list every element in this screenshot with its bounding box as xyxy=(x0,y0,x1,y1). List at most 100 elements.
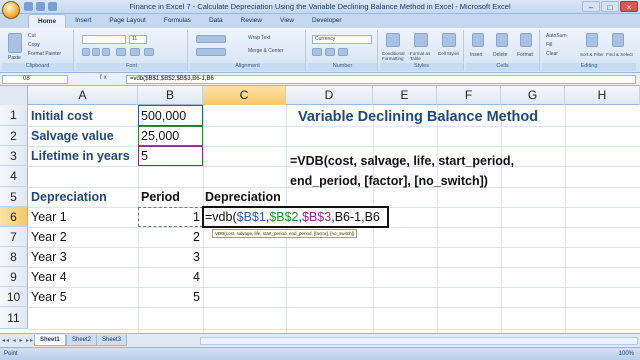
office-button[interactable] xyxy=(2,1,20,19)
find-select-button[interactable]: Find & Select xyxy=(606,52,634,57)
cell-b1[interactable]: 500,000 xyxy=(141,106,186,126)
column-header-f[interactable]: F xyxy=(437,86,501,105)
tab-developer[interactable]: Developer xyxy=(303,14,351,28)
maximize-button[interactable]: □ xyxy=(601,1,619,12)
fill-color-icon[interactable] xyxy=(130,48,140,56)
cell-a9[interactable]: Year 4 xyxy=(31,267,67,287)
sheet-tab-2[interactable]: Sheet2 xyxy=(66,335,98,346)
number-format-field[interactable]: Currency xyxy=(312,35,372,44)
cell-a5[interactable]: Depreciation xyxy=(31,187,107,207)
wrap-text-button[interactable]: Wrap Text xyxy=(248,35,270,41)
row-header-6[interactable]: 6 xyxy=(0,207,28,227)
font-size-field[interactable]: 11 xyxy=(129,35,147,44)
tab-view[interactable]: View xyxy=(271,14,303,28)
format-table-button[interactable]: Format as Table xyxy=(410,51,436,61)
percent-icon[interactable] xyxy=(325,48,335,56)
format-painter-button[interactable]: Format Painter xyxy=(28,51,61,57)
cell-a6[interactable]: Year 1 xyxy=(31,207,67,227)
tab-insert[interactable]: Insert xyxy=(66,14,100,28)
format-button[interactable]: Format xyxy=(517,52,533,58)
clear-button[interactable]: Clear xyxy=(546,51,558,57)
vertical-align-icon[interactable] xyxy=(196,35,226,43)
cell-d2-heading[interactable]: Variable Declining Balance Method xyxy=(298,107,538,127)
horizontal-scrollbar[interactable] xyxy=(200,337,638,345)
conditional-formatting-icon[interactable] xyxy=(386,33,400,47)
cell-b10[interactable]: 5 xyxy=(138,287,200,307)
underline-icon[interactable] xyxy=(102,48,110,56)
row-header-8[interactable]: 8 xyxy=(0,247,28,267)
row-header-1[interactable]: 1 xyxy=(0,105,28,126)
cell-a8[interactable]: Year 3 xyxy=(31,247,67,267)
insert-cells-icon[interactable] xyxy=(472,33,484,47)
sheet-tab-1[interactable]: Sheet1 xyxy=(34,335,66,346)
cut-button[interactable]: Cut xyxy=(28,33,36,39)
cell-styles-icon[interactable] xyxy=(442,33,456,47)
zoom-level[interactable]: 100% xyxy=(619,351,634,357)
cell-c5[interactable]: Depreciation xyxy=(205,187,281,207)
cell-b9[interactable]: 4 xyxy=(138,267,200,287)
row-header-5[interactable]: 5 xyxy=(0,187,28,207)
cell-b7[interactable]: 2 xyxy=(138,227,200,247)
column-header-e[interactable]: E xyxy=(373,86,437,105)
font-color-icon[interactable] xyxy=(144,48,154,56)
row-header-2[interactable]: 2 xyxy=(0,126,28,146)
sheet-nav-arrows-icon[interactable]: ◂◂ ◂ ▸ ▸▸ xyxy=(2,337,34,344)
tab-home[interactable]: Home xyxy=(28,14,67,28)
function-tooltip[interactable]: VDB(cost, salvage, life, start_period, e… xyxy=(212,229,358,238)
cell-b2[interactable]: 25,000 xyxy=(141,126,179,146)
minimize-button[interactable]: – xyxy=(582,1,600,12)
format-table-icon[interactable] xyxy=(414,33,428,47)
row-header-3[interactable]: 3 xyxy=(0,146,28,166)
row-header-4[interactable]: 4 xyxy=(0,166,28,187)
format-cells-icon[interactable] xyxy=(520,33,532,47)
delete-button[interactable]: Delete xyxy=(493,52,507,58)
delete-cells-icon[interactable] xyxy=(496,33,508,47)
find-select-icon[interactable] xyxy=(612,33,624,47)
insert-button[interactable]: Insert xyxy=(470,52,483,58)
cell-b5[interactable]: Period xyxy=(141,187,180,207)
row-header-7[interactable]: 7 xyxy=(0,227,28,247)
tab-review[interactable]: Review xyxy=(232,14,271,28)
name-box[interactable]: 08 xyxy=(2,75,68,84)
borders-icon[interactable] xyxy=(116,48,126,56)
conditional-formatting-button[interactable]: Conditional Formatting xyxy=(382,51,408,61)
tab-data[interactable]: Data xyxy=(200,14,232,28)
cell-d4-syntax[interactable]: =VDB(cost, salvage, life, start_period, xyxy=(290,151,514,171)
row-header-9[interactable]: 9 xyxy=(0,267,28,287)
cell-a7[interactable]: Year 2 xyxy=(31,227,67,247)
sort-filter-button[interactable]: Sort & Filter xyxy=(580,52,604,57)
paste-button[interactable]: Paste xyxy=(8,55,21,61)
worksheet-grid[interactable]: A B C D E F G H 1 2 3 4 5 6 7 8 9 10 11 xyxy=(0,86,640,333)
cell-a2[interactable]: Salvage value xyxy=(31,126,114,146)
italic-icon[interactable] xyxy=(92,48,100,56)
formula-input[interactable]: =vdb($B$1,$B$2,$B$3,B6-1,B6 xyxy=(126,75,636,84)
select-all-corner[interactable] xyxy=(0,86,28,105)
cell-c6-editor[interactable]: =vdb($B$1,$B$2,$B$3,B6-1,B6 xyxy=(205,207,380,227)
cell-a10[interactable]: Year 5 xyxy=(31,287,67,307)
paste-icon[interactable] xyxy=(8,33,22,53)
cell-d5-syntax[interactable]: end_period, [factor], [no_switch]) xyxy=(290,171,488,191)
tab-formulas[interactable]: Formulas xyxy=(155,14,200,28)
sheet-tab-3[interactable]: Sheet3 xyxy=(96,335,128,346)
cell-styles-button[interactable]: Cell Styles xyxy=(438,51,462,56)
sort-filter-icon[interactable] xyxy=(586,33,598,47)
bold-icon[interactable] xyxy=(82,48,90,56)
font-name-field[interactable] xyxy=(82,35,126,44)
autosum-button[interactable]: AutoSum xyxy=(546,33,567,39)
column-header-a[interactable]: A xyxy=(28,86,138,105)
column-header-g[interactable]: G xyxy=(501,86,565,105)
column-header-d[interactable]: D xyxy=(286,86,373,105)
horizontal-align-icon[interactable] xyxy=(196,48,226,56)
cell-b6[interactable]: 1 xyxy=(138,207,200,227)
row-header-11[interactable]: 11 xyxy=(0,307,28,329)
column-header-c[interactable]: C xyxy=(203,86,286,105)
row-header-10[interactable]: 10 xyxy=(0,287,28,307)
merge-center-button[interactable]: Merge & Center xyxy=(248,48,283,54)
fill-button[interactable]: Fill xyxy=(546,42,552,48)
column-header-b[interactable]: B xyxy=(138,86,203,105)
cell-b3[interactable]: 5 xyxy=(141,146,148,166)
comma-icon[interactable] xyxy=(338,48,348,56)
fx-icon[interactable]: fx xyxy=(100,75,126,81)
close-button[interactable]: × xyxy=(620,1,638,12)
column-header-h[interactable]: H xyxy=(565,86,640,105)
